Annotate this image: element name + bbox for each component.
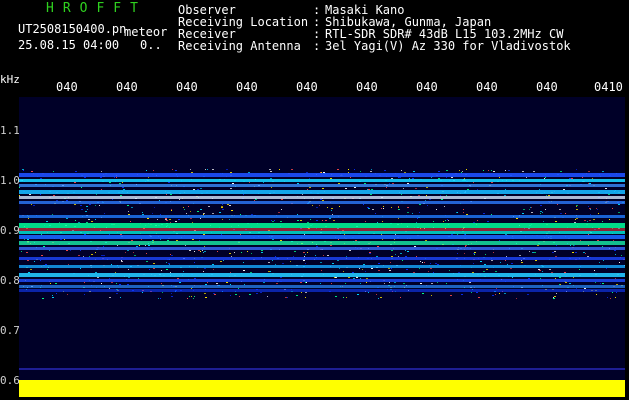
file-name: UT2508150400.pn (18, 22, 127, 36)
band (19, 289, 625, 292)
x-tick: 0410 (594, 80, 623, 94)
count-value: 0.. (140, 38, 162, 52)
y-tick: 0.7 (0, 324, 20, 337)
antenna-row: Receiving Antenna:3el Yagi(V) Az 330 for… (178, 39, 571, 53)
meteor-label: meteor (124, 25, 168, 39)
band (19, 223, 625, 228)
band (19, 201, 625, 204)
signal-band (19, 380, 625, 397)
band (19, 184, 625, 187)
band (19, 247, 625, 250)
y-tick: 0.6 (0, 374, 20, 387)
x-tick: 040 (236, 80, 258, 94)
y-tick: 1.1 (0, 124, 20, 137)
x-tick: 040 (176, 80, 198, 94)
band (19, 196, 625, 199)
x-tick: 040 (476, 80, 498, 94)
y-unit-label: kHz (0, 73, 20, 86)
x-tick: 040 (536, 80, 558, 94)
band (19, 173, 625, 177)
y-tick: 0.8 (0, 274, 20, 287)
y-tick: 1.0 (0, 174, 20, 187)
x-tick: 040 (56, 80, 78, 94)
band (19, 273, 625, 277)
station-info: Observer: Masaki Kano Receiving Location:… (178, 4, 571, 52)
band (19, 257, 625, 260)
x-tick: 040 (116, 80, 138, 94)
band (19, 179, 625, 182)
x-tick: 040 (296, 80, 318, 94)
spectrogram-canvas (19, 169, 625, 397)
spectrogram (19, 97, 625, 397)
band (19, 265, 625, 268)
band (19, 285, 625, 288)
band (19, 235, 625, 239)
band (19, 279, 625, 282)
x-tick: 040 (356, 80, 378, 94)
app-logo: HROFFT (46, 1, 147, 16)
band (19, 241, 625, 245)
band (19, 190, 625, 194)
y-tick: 0.9 (0, 224, 20, 237)
x-tick: 040 (416, 80, 438, 94)
header: HROFFT UT2508150400.pn meteor 25.08.15 0… (0, 0, 629, 70)
band (19, 231, 625, 234)
band (19, 215, 625, 218)
band (19, 228, 625, 231)
date-time: 25.08.15 04:00 (18, 38, 120, 52)
